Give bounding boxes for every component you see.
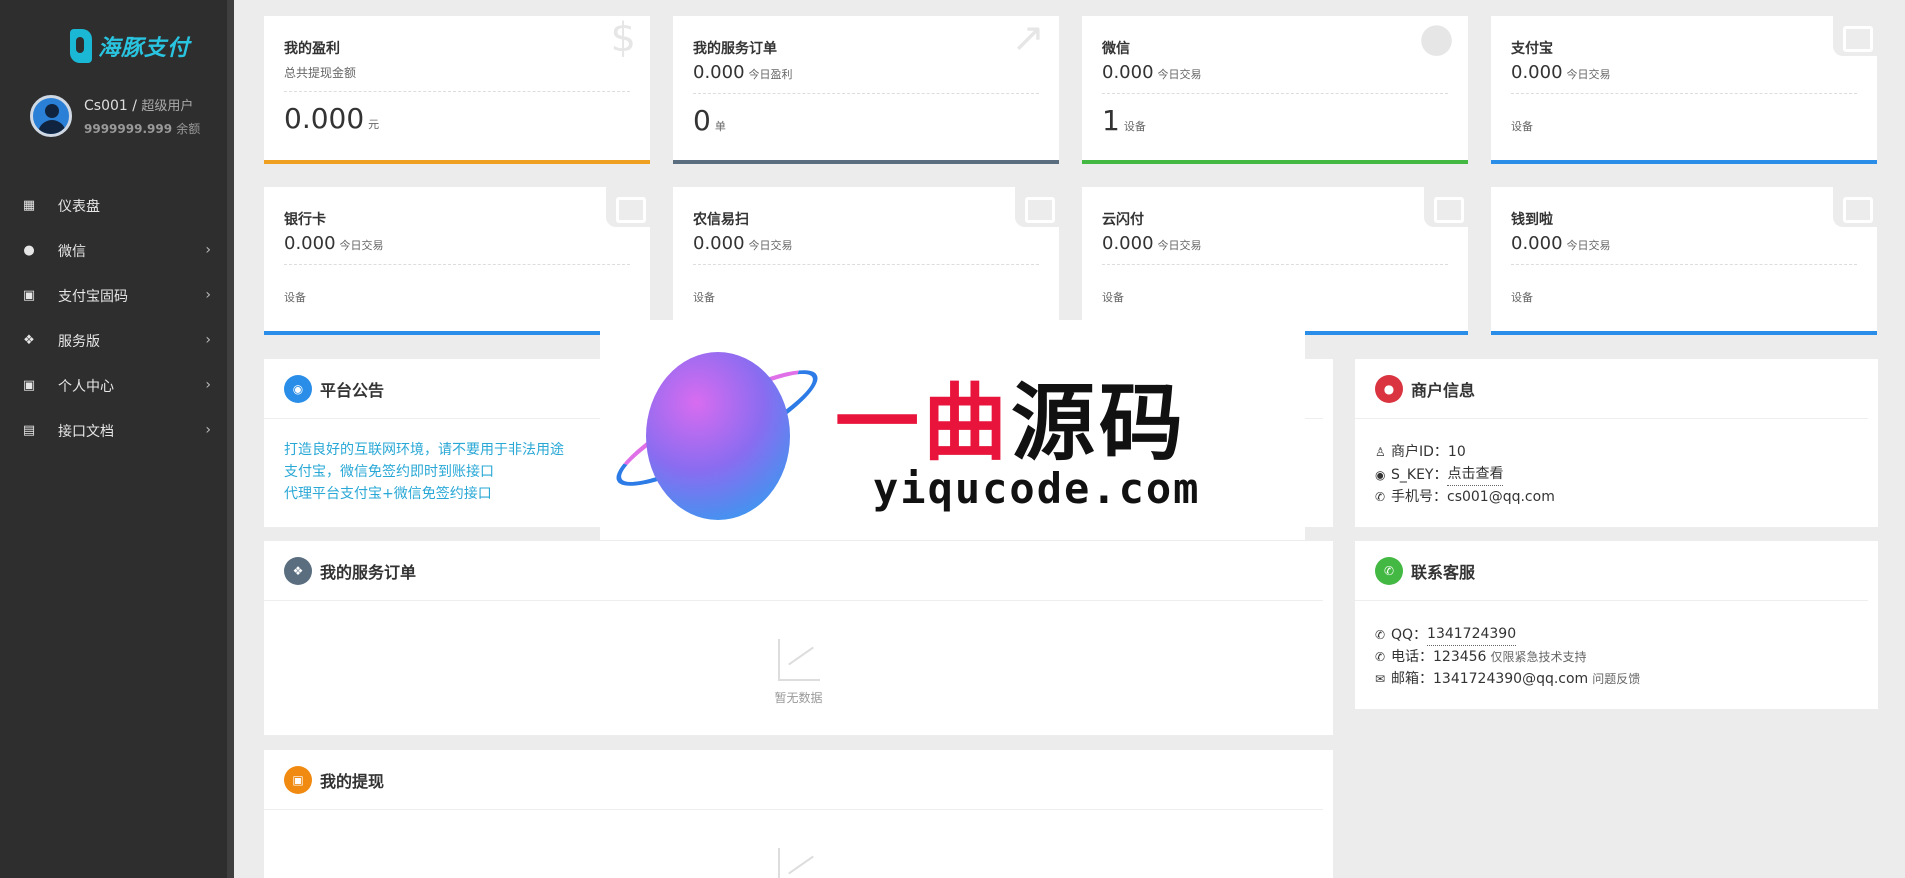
- sidebar: 海豚支付 Cs001 / 超级用户 9999999.999 余额 ▦ 仪表盘 ●…: [0, 0, 234, 878]
- chevron-right-icon: ›: [205, 377, 211, 393]
- planet-graphic: [646, 352, 790, 520]
- phone-icon: ✆: [1375, 556, 1403, 585]
- docs-icon: ▤: [22, 422, 36, 438]
- chevron-right-icon: ›: [205, 287, 211, 303]
- user-icon: ♙: [1375, 445, 1386, 459]
- phone-icon: ✆: [1375, 490, 1386, 504]
- user-balance: 9999999.999 余额: [84, 122, 201, 136]
- wechat-icon: ●: [23, 242, 35, 258]
- support-panel: ✆ 联系客服 ✆ QQ： 1341724390 ✆ 电话： 123456 仅限紧急技术支持…: [1355, 541, 1878, 709]
- merchant-id: ♙ 商户ID： 10: [1375, 441, 1878, 463]
- sidebar-item-wechat[interactable]: ● 微信 ›: [0, 228, 227, 273]
- user-name: Cs001 / 超级用户: [84, 98, 194, 114]
- stat-card-nongxin: 农信易扫 0.000 今日交易 设备: [673, 187, 1059, 335]
- withdraw-panel: ▣ 我的提现: [264, 750, 1333, 878]
- wallet-icon: ▣: [22, 287, 36, 303]
- brand-name: 海豚支付: [98, 36, 191, 61]
- wallet-icon: ▣: [284, 765, 312, 794]
- service-orders-panel: ❖ 我的服务订单 暂无数据: [264, 541, 1333, 735]
- view-skey-link[interactable]: 点击查看: [1447, 463, 1504, 486]
- stat-card-service-orders: ↗ 我的服务订单 0.000 今日盈利 0单: [673, 16, 1059, 164]
- qq-link[interactable]: 1341724390: [1427, 623, 1517, 646]
- stat-card-wechat: ● 微信 0.000 今日交易 1 设备: [1082, 16, 1468, 164]
- sidebar-menu: ▦ 仪表盘 ● 微信 › ▣ 支付宝固码 › ❖ 服务版 › ▣ 个人中心 › …: [0, 183, 227, 453]
- wallet-icon: [1424, 187, 1468, 227]
- mail-icon: ✉: [1375, 672, 1386, 686]
- service-icon: ❖: [284, 556, 312, 585]
- chevron-right-icon: ›: [205, 422, 211, 438]
- sidebar-item-profile[interactable]: ▣ 个人中心 ›: [0, 363, 227, 408]
- eye-icon: ◉: [1375, 467, 1386, 482]
- empty-state: 暂无数据: [264, 601, 1333, 706]
- megaphone-icon: ◉: [284, 374, 312, 403]
- notice-title: 平台公告: [320, 380, 385, 400]
- merchant-info-panel: ● 商户信息 ♙ 商户ID： 10 ◉ S_KEY： 点击查看 ✆ 手机号： cs001@q…: [1355, 359, 1878, 527]
- support-mail: ✉ 邮箱： 1341724390@qq.com 问题反馈: [1375, 668, 1878, 690]
- user-icon: ●: [1375, 374, 1403, 403]
- wallet-icon: ▣: [22, 377, 36, 393]
- support-qq: ✆ QQ： 1341724390: [1375, 623, 1878, 646]
- empty-state: [264, 810, 1333, 878]
- brand-logo[interactable]: 海豚支付: [70, 26, 190, 66]
- phone-icon: ✆: [1375, 650, 1386, 664]
- stat-card-bank: 银行卡 0.000 今日交易 设备: [264, 187, 650, 335]
- merchant-skey: ◉ S_KEY： 点击查看: [1375, 463, 1878, 486]
- trend-up-icon: ↗: [1011, 15, 1045, 61]
- sidebar-item-dashboard[interactable]: ▦ 仪表盘: [0, 183, 227, 228]
- dolphin-logo-icon: [70, 29, 92, 63]
- dollar-icon: $: [610, 15, 636, 61]
- user-profile[interactable]: Cs001 / 超级用户 9999999.999 余额: [30, 95, 200, 137]
- chevron-right-icon: ›: [205, 332, 211, 348]
- phone-icon: ✆: [1375, 627, 1386, 642]
- wallet-icon: [1833, 187, 1877, 227]
- dashboard-icon: ▦: [22, 197, 36, 213]
- stat-card-alipay: 支付宝 0.000 今日交易 设备: [1491, 16, 1877, 164]
- stat-card-yunshanfu: 云闪付 0.000 今日交易 设备: [1082, 187, 1468, 335]
- sidebar-item-alipay-code[interactable]: ▣ 支付宝固码 ›: [0, 273, 227, 318]
- stat-card-qiandaola: 钱到啦 0.000 今日交易 设备: [1491, 187, 1877, 335]
- chart-icon: [777, 848, 820, 878]
- chart-icon: [777, 639, 820, 681]
- android-icon: ●: [1419, 15, 1454, 61]
- wallet-icon: [1833, 16, 1877, 56]
- sidebar-item-docs[interactable]: ▤ 接口文档 ›: [0, 408, 227, 453]
- service-icon: ❖: [23, 332, 35, 348]
- stat-card-profit: $ 我的盈利 总共提现金额 0.000 元: [264, 16, 650, 164]
- sidebar-item-service[interactable]: ❖ 服务版 ›: [0, 318, 227, 363]
- watermark-cn-text: 一曲源码: [835, 373, 1188, 472]
- merchant-phone: ✆ 手机号： cs001@qq.com: [1375, 486, 1878, 508]
- wallet-icon: [606, 187, 650, 227]
- watermark-overlay: 一曲源码 yiqucode.com: [600, 320, 1305, 540]
- wallet-icon: [1015, 187, 1059, 227]
- avatar[interactable]: [30, 95, 72, 137]
- chevron-right-icon: ›: [205, 242, 211, 258]
- watermark-en-text: yiqucode.com: [873, 464, 1201, 513]
- support-tel: ✆ 电话： 123456 仅限紧急技术支持: [1375, 646, 1878, 668]
